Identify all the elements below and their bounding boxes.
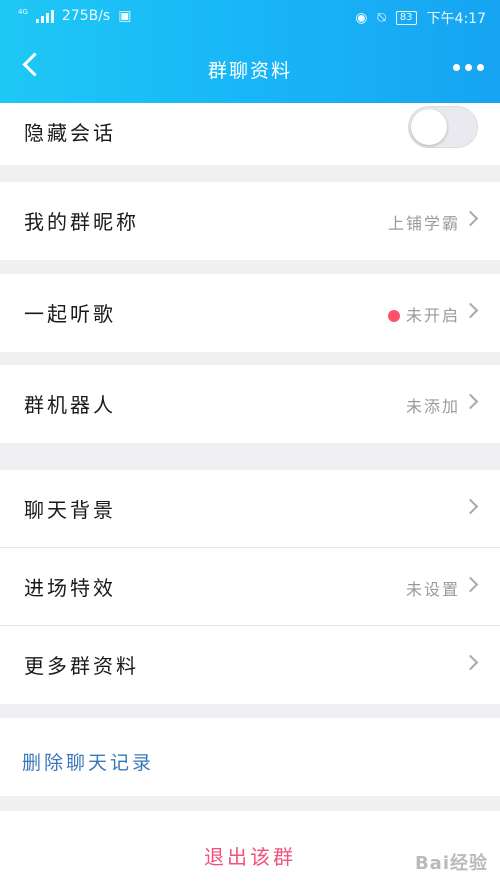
settings-label: 进场特效 [24, 576, 116, 600]
settings-label: 更多群资料 [24, 654, 139, 678]
delete-history-section: 删除聊天记录 [0, 718, 500, 796]
mute-icon: ⍉ [377, 10, 386, 26]
listen-status: 未开启 [387, 302, 460, 326]
chevron-right-icon [462, 576, 479, 593]
eye-icon: ◉ [355, 10, 368, 26]
page-title: 群聊资料 [207, 60, 292, 82]
listen-label: 一起听歌 [24, 302, 116, 326]
hidden-chat-section: 隐藏会话 [0, 103, 500, 165]
nickname-row[interactable]: 我的群昵称 上铺学霸 [0, 182, 500, 260]
nickname-label: 我的群昵称 [24, 210, 139, 234]
chat-background-row[interactable]: 聊天背景 [0, 470, 500, 548]
nickname-value: 上铺学霸 [387, 214, 460, 233]
chevron-right-icon [462, 654, 479, 671]
listen-row[interactable]: 一起听歌 未开启 [0, 274, 500, 352]
chevron-right-icon [462, 498, 479, 515]
settings-label: 聊天背景 [24, 498, 116, 522]
chevron-right-icon [462, 210, 479, 227]
robot-section: 群机器人 未添加 [0, 365, 500, 443]
watermark-logo: Bai经验 [414, 853, 488, 874]
status-bar: 4G 275B/s ▣ ◉ ⍉ 83 下午4:17 [0, 0, 500, 34]
battery-icon: 83 [395, 11, 417, 25]
nickname-section: 我的群昵称 上铺学霸 [0, 182, 500, 260]
status-dot-icon [387, 310, 400, 322]
time: 下午4:17 [426, 11, 486, 27]
network-type: 4G [18, 7, 28, 16]
more-info-row[interactable]: 更多群资料 [0, 626, 500, 704]
more-icon[interactable] [453, 64, 484, 71]
calendar-icon: ▣ [118, 8, 132, 24]
signal-icon [35, 9, 54, 23]
robot-value: 未添加 [405, 397, 460, 416]
robot-row[interactable]: 群机器人 未添加 [0, 365, 500, 443]
listen-section: 一起听歌 未开启 [0, 274, 500, 352]
listen-value: 未开启 [405, 306, 460, 325]
delete-history-link[interactable]: 删除聊天记录 [22, 748, 154, 775]
settings-section: 聊天背景 进场特效 未设置 更多群资料 [0, 470, 500, 704]
settings-value: 未设置 [405, 580, 460, 599]
entry-effect-row[interactable]: 进场特效 未设置 [0, 548, 500, 626]
header: 4G 275B/s ▣ ◉ ⍉ 83 下午4:17 群聊资料 [0, 0, 500, 103]
hidden-chat-label: 隐藏会话 [24, 121, 116, 145]
robot-label: 群机器人 [24, 393, 116, 417]
chevron-right-icon [462, 302, 479, 319]
hidden-chat-toggle[interactable] [408, 106, 478, 148]
exit-section: 退出该群 Bai经验 [0, 811, 500, 889]
chevron-right-icon [462, 393, 479, 410]
network-speed: 275B/s [61, 8, 111, 24]
